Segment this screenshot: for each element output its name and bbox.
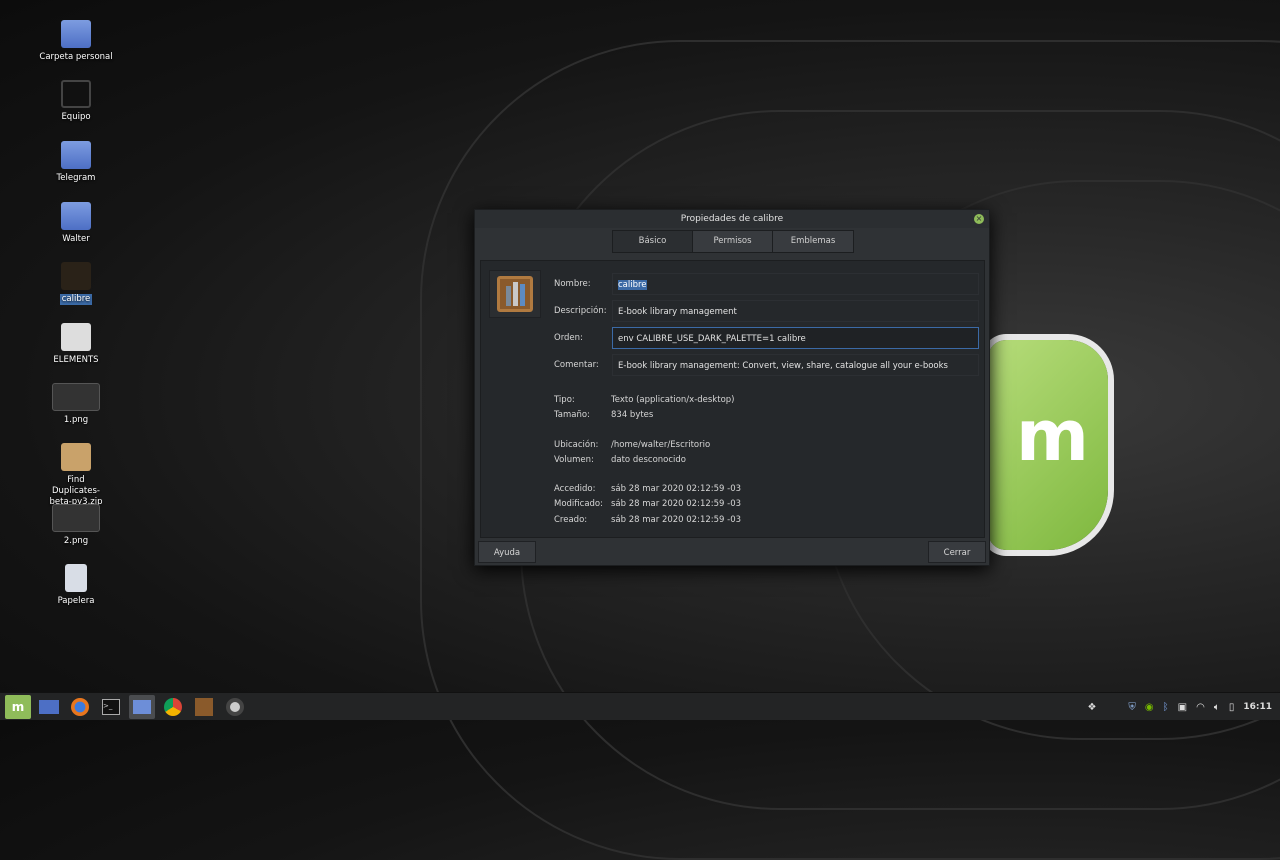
tab-emblemas[interactable]: Emblemas xyxy=(773,231,853,252)
taskbar: m >_ ❖ ⛨ ◉ ᛒ ▣ ◠ 🔈︎ ▯ 16:11 xyxy=(0,692,1280,720)
calibre-icon[interactable] xyxy=(191,695,217,719)
tab-basico[interactable]: Básico xyxy=(613,231,693,252)
info-label: Modificado: xyxy=(554,499,603,509)
info-value: 834 bytes xyxy=(611,410,654,420)
battery-icon[interactable]: ▯ xyxy=(1229,702,1235,713)
system-tray: ❖ ⛨ ◉ ᛒ ▣ ◠ 🔈︎ ▯ 16:11 xyxy=(1087,693,1272,721)
drive-icon xyxy=(61,323,91,351)
basic-panel: Nombre: calibre Descripción: E-book librar… xyxy=(480,260,985,538)
info-label: Creado: xyxy=(554,515,588,525)
info-row-volume: Volumen: dato desconocido xyxy=(554,455,686,465)
desktop-icon-1png[interactable]: 1.png xyxy=(36,383,116,426)
info-label: Tamaño: xyxy=(554,410,590,420)
computer-icon xyxy=(61,80,91,108)
name-input[interactable]: calibre xyxy=(612,273,979,295)
info-label: Volumen: xyxy=(554,455,594,465)
dialog-title: Propiedades de calibre xyxy=(680,214,784,224)
info-row-modified: Modificado: sáb 28 mar 2020 02:12:59 -03 xyxy=(554,499,741,509)
description-input[interactable]: E-book library management xyxy=(612,300,979,322)
info-value: sáb 28 mar 2020 02:12:59 -03 xyxy=(611,499,742,509)
info-label: Tipo: xyxy=(554,395,575,405)
folder-icon xyxy=(61,202,91,230)
desktop-icon-telegram[interactable]: Telegram xyxy=(36,141,116,184)
command-input[interactable]: env CALIBRE_USE_DARK_PALETTE=1 calibre xyxy=(612,327,979,349)
camera-app-icon[interactable] xyxy=(222,695,248,719)
command-label: Orden: xyxy=(554,333,583,343)
desktop-icon-trash[interactable]: Papelera xyxy=(36,564,116,607)
info-label: Accedido: xyxy=(554,484,596,494)
info-value: Texto (application/x-desktop) xyxy=(611,395,735,405)
close-button[interactable]: Cerrar xyxy=(928,541,986,563)
calibre-icon xyxy=(61,262,91,290)
file-manager-icon[interactable] xyxy=(129,694,155,719)
info-row-created: Creado: sáb 28 mar 2020 02:12:59 -03 xyxy=(554,515,741,525)
help-button[interactable]: Ayuda xyxy=(478,541,536,563)
name-label: Nombre: xyxy=(554,279,591,289)
image-icon xyxy=(52,383,100,411)
bluetooth-icon[interactable]: ᛒ xyxy=(1163,702,1169,713)
info-value: sáb 28 mar 2020 02:12:59 -03 xyxy=(611,484,742,494)
tab-permisos[interactable]: Permisos xyxy=(693,231,773,252)
info-row-size: Tamaño: 834 bytes xyxy=(554,410,653,420)
clock[interactable]: 16:11 xyxy=(1243,702,1272,712)
desktop-icon-computer[interactable]: Equipo xyxy=(36,80,116,123)
update-manager-icon[interactable]: ▣ xyxy=(1178,702,1187,713)
home-folder-icon xyxy=(61,20,91,48)
app-icon-button[interactable] xyxy=(489,270,541,318)
desktop-icon-elements[interactable]: ELEMENTS xyxy=(36,323,116,366)
trash-icon xyxy=(65,564,87,592)
properties-dialog: Propiedades de calibre × Básico Permisos… xyxy=(474,209,990,566)
desktop-icon-2png[interactable]: 2.png xyxy=(36,504,116,547)
desktop-icon-calibre[interactable]: calibre xyxy=(36,262,116,305)
terminal-icon[interactable]: >_ xyxy=(98,695,124,719)
info-value: /home/walter/Escritorio xyxy=(611,440,711,450)
calibre-icon xyxy=(497,276,533,312)
archive-icon xyxy=(61,443,91,471)
comment-input[interactable]: E-book library management: Convert, view… xyxy=(612,354,979,376)
info-label: Ubicación: xyxy=(554,440,599,450)
comment-label: Comentar: xyxy=(554,360,599,370)
linux-mint-logo: m xyxy=(988,340,1108,550)
chrome-icon[interactable] xyxy=(160,695,186,719)
title-bar[interactable]: Propiedades de calibre × xyxy=(475,210,989,228)
info-row-location: Ubicación: /home/walter/Escritorio xyxy=(554,440,710,450)
shield-icon[interactable]: ⛨ xyxy=(1128,702,1136,713)
mint-menu-icon[interactable]: m xyxy=(5,694,31,719)
close-icon[interactable]: × xyxy=(974,214,984,224)
firefox-icon[interactable] xyxy=(67,695,93,719)
wifi-icon[interactable]: ◠ xyxy=(1196,702,1205,713)
desktop-icon-zip[interactable]: Find Duplicates-beta-py3.zip xyxy=(36,443,116,508)
show-desktop-icon[interactable] xyxy=(36,695,62,719)
desktop-icon-walter[interactable]: Walter xyxy=(36,202,116,245)
image-icon xyxy=(52,504,100,532)
info-row-type: Tipo: Texto (application/x-desktop) xyxy=(554,395,734,405)
dropbox-icon[interactable]: ❖ xyxy=(1087,702,1096,713)
nvidia-icon[interactable]: ◉ xyxy=(1145,702,1154,713)
description-label: Descripción: xyxy=(554,306,607,316)
name-value: calibre xyxy=(618,280,647,290)
tab-bar: Básico Permisos Emblemas xyxy=(612,230,854,253)
info-value: sáb 28 mar 2020 02:12:59 -03 xyxy=(611,515,742,525)
desktop-icon-home[interactable]: Carpeta personal xyxy=(36,20,116,63)
folder-icon xyxy=(61,141,91,169)
info-value: dato desconocido xyxy=(611,455,686,465)
info-row-accessed: Accedido: sáb 28 mar 2020 02:12:59 -03 xyxy=(554,484,741,494)
volume-icon[interactable]: 🔈︎ xyxy=(1214,702,1220,713)
